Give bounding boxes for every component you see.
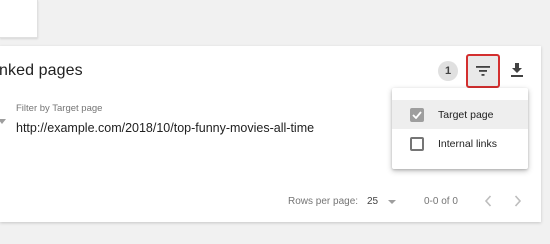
checkbox-unchecked[interactable] bbox=[410, 136, 424, 151]
filter-menu: Target page Internal links bbox=[392, 88, 528, 169]
download-button[interactable] bbox=[507, 59, 527, 81]
card-title: nked pages bbox=[0, 62, 83, 79]
top-card bbox=[0, 0, 38, 38]
menu-item-target-page[interactable]: Target page bbox=[392, 100, 528, 129]
menu-item-label: Target page bbox=[438, 108, 494, 121]
pagination-range: 0-0 of 0 bbox=[424, 196, 458, 207]
download-icon bbox=[511, 63, 523, 77]
count-badge: 1 bbox=[438, 61, 458, 81]
rows-per-page-caret-icon[interactable] bbox=[388, 200, 396, 204]
rows-per-page-select[interactable]: 25 bbox=[367, 196, 378, 207]
checkbox-checked[interactable] bbox=[410, 107, 424, 122]
check-icon bbox=[412, 110, 422, 119]
previous-page-button[interactable] bbox=[479, 192, 497, 210]
chevron-left-icon bbox=[484, 195, 492, 207]
filter-list-icon bbox=[476, 66, 490, 76]
filter-label: Filter by Target page bbox=[16, 103, 103, 114]
menu-item-label: Internal links bbox=[438, 137, 497, 150]
filter-button[interactable] bbox=[466, 54, 500, 88]
dropdown-caret-icon[interactable] bbox=[0, 119, 6, 124]
rows-per-page-label: Rows per page: bbox=[288, 196, 359, 207]
pagination-footer: Rows per page: 25 0-0 of 0 bbox=[0, 192, 541, 212]
filter-value[interactable]: http://example.com/2018/10/top-funny-mov… bbox=[16, 121, 314, 135]
chevron-right-icon bbox=[514, 195, 522, 207]
next-page-button[interactable] bbox=[509, 192, 527, 210]
menu-item-internal-links[interactable]: Internal links bbox=[392, 129, 528, 158]
